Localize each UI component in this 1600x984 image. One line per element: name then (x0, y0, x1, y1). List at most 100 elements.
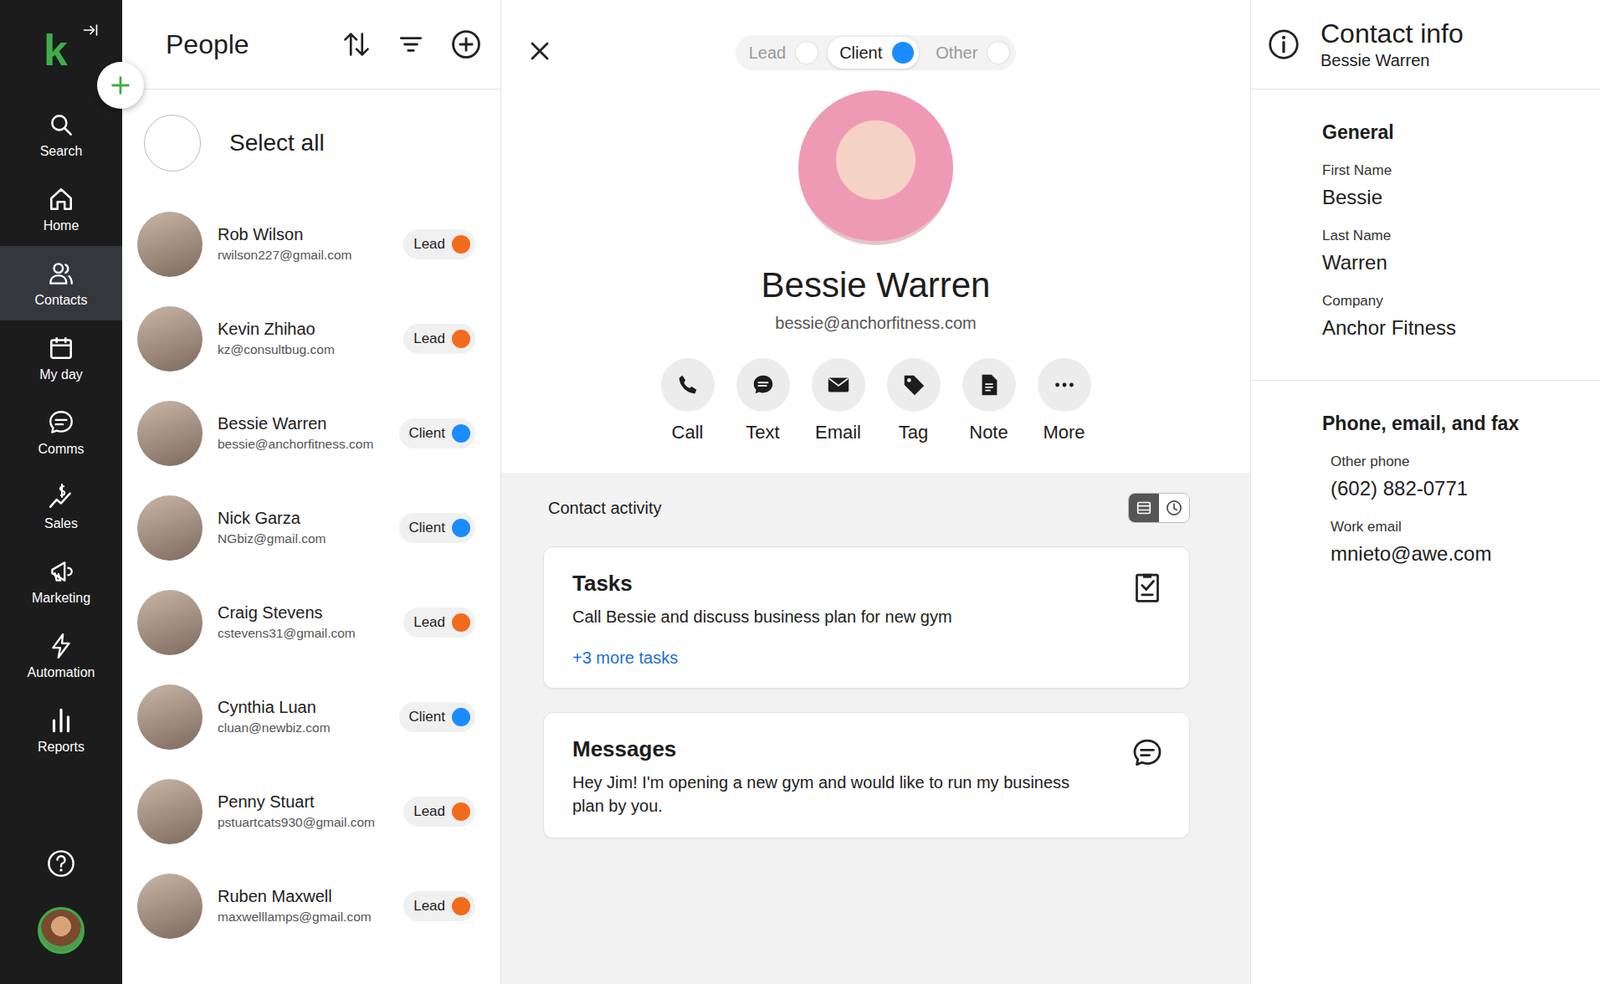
contact-photo (137, 684, 203, 750)
nav-item[interactable]: Automation (0, 618, 123, 693)
select-all-checkbox[interactable] (143, 114, 201, 172)
action-circle (736, 358, 790, 412)
contact-row[interactable]: Rob Wilsonrwilson227@gmail.com Lead (122, 196, 501, 292)
action-button[interactable]: Text (736, 358, 790, 444)
info-field[interactable]: CompanyAnchor Fitness (1322, 292, 1584, 340)
marketing-icon (46, 557, 76, 586)
card-body: Call Bessie and discuss business plan fo… (572, 605, 1075, 629)
sort-icon[interactable] (341, 29, 372, 60)
automation-icon (46, 631, 76, 661)
card-content: MessagesHey Jim! I'm opening a new gym a… (572, 736, 1114, 818)
contact-row[interactable]: Kevin Zhihaokz@consultbug.comLead (122, 291, 501, 386)
activity-card[interactable]: Tasks Call Bessie and discuss business pl… (543, 546, 1190, 689)
filter-icon[interactable] (396, 30, 426, 59)
status-option[interactable]: Client (827, 36, 919, 69)
status-chip[interactable]: Lead (403, 229, 476, 260)
contact-text: Bessie Warren bessie@anchorfitness.com (217, 414, 385, 452)
nav-label: Search (40, 143, 83, 159)
activity-title: Contact activity (548, 498, 662, 518)
info-field[interactable]: Last NameWarren (1322, 227, 1584, 275)
action-circle (887, 358, 941, 412)
quick-add-button[interactable] (97, 61, 144, 109)
info-field[interactable]: Work emailmnieto@awe.com (1322, 518, 1584, 566)
help-icon[interactable] (46, 848, 77, 879)
nav-item[interactable]: Comms (0, 394, 123, 470)
field-label: Other phone (1330, 453, 1584, 471)
status-chip[interactable]: Client (399, 512, 476, 544)
contact-text: Penny Stuartpstuartcats930@gmail.com (217, 792, 389, 831)
contact-name: Ruben Maxwell (217, 887, 389, 907)
contact-row[interactable]: Craig Stevenscstevens31@gmail.comLead (122, 574, 501, 670)
contact-photo (137, 211, 203, 277)
action-button[interactable]: Tag (887, 358, 941, 444)
contact-photo (137, 306, 203, 372)
action-button[interactable]: Note (962, 358, 1016, 444)
status-chip[interactable]: Client (399, 702, 476, 733)
status-label: Lead (413, 330, 446, 348)
status-option[interactable]: Other (923, 36, 1015, 69)
list-icon (1133, 497, 1155, 519)
user-avatar[interactable] (37, 907, 85, 954)
info-field[interactable]: Other phone(602) 882-0771 (1322, 453, 1584, 501)
nav-label: Comms (37, 441, 84, 457)
activity-card[interactable]: MessagesHey Jim! I'm opening a new gym a… (543, 712, 1190, 839)
section-title: Phone, email, and fax (1322, 412, 1584, 436)
status-chip[interactable]: Lead (403, 796, 476, 827)
card-title: Tasks (572, 570, 1114, 597)
select-all-row[interactable]: Select all (122, 89, 501, 197)
status-chip[interactable]: Lead (403, 323, 476, 354)
more-tasks-link[interactable]: +3 more tasks (572, 648, 1114, 668)
status-chip[interactable]: Lead (403, 891, 476, 922)
action-label: Tag (898, 421, 929, 444)
contact-row[interactable]: Bessie Warren bessie@anchorfitness.com Cli… (122, 385, 501, 481)
detail-header: LeadClientOtherBessie Warrenbessie@ancho… (501, 0, 1251, 473)
sales-icon (46, 482, 76, 512)
view-option[interactable] (1128, 493, 1159, 523)
nav-item[interactable]: Sales (0, 469, 123, 544)
collapse-icon (80, 20, 101, 41)
nav-item[interactable]: My day (0, 320, 123, 395)
collapse-button[interactable] (80, 20, 101, 44)
close-button[interactable] (526, 37, 736, 68)
contact-text: Rob Wilsonrwilson227@gmail.com (217, 225, 389, 263)
status-chip[interactable]: Lead (403, 607, 476, 638)
nav-item[interactable]: Marketing (0, 543, 123, 619)
info-section: Phone, email, and fax Other phone(602) 88… (1251, 380, 1600, 606)
action-button[interactable]: More (1037, 358, 1092, 444)
status-option-label: Lead (748, 43, 787, 63)
nav-item[interactable]: Contacts (0, 246, 123, 321)
status-chip[interactable]: Client (399, 418, 476, 449)
nav-label: Reports (37, 739, 85, 755)
contact-email: bessie@anchorfitness.com (217, 436, 385, 452)
nav-item[interactable]: Search (0, 97, 123, 172)
status-dot (451, 707, 471, 727)
plus-icon (107, 72, 134, 98)
contact-email: pstuartcats930@gmail.com (217, 815, 389, 831)
add-contact-icon[interactable] (450, 28, 483, 61)
status-dot (451, 518, 471, 538)
contact-row[interactable]: Penny Stuartpstuartcats930@gmail.com Lead (122, 764, 501, 859)
contact-row[interactable]: Ruben Maxwellmaxwelllamps@gmail.comLead (122, 858, 501, 954)
detail-toolbar: Lead ClientOther (501, 0, 1251, 71)
contact-row[interactable]: Cynthia Luancluan@newbiz.comClient (122, 669, 501, 765)
field-label: First Name (1322, 162, 1584, 180)
contact-row[interactable]: Nick GarzaNGbiz@gmail.comClient (122, 480, 501, 575)
nav-label: Marketing (31, 590, 91, 606)
nav-item[interactable]: Home (0, 171, 123, 247)
action-button[interactable]: Call (661, 358, 715, 444)
status-option-dot (987, 41, 1010, 64)
status-label: Lead (413, 614, 446, 631)
status-option-dot (795, 41, 818, 64)
view-option[interactable] (1158, 493, 1190, 523)
action-button[interactable]: Email (811, 358, 866, 444)
activity-header: Contact activity (543, 492, 1190, 524)
status-label: Client (409, 519, 446, 537)
info-field[interactable]: First NameBessie (1322, 162, 1584, 210)
field-label: Last Name (1322, 227, 1584, 245)
status-option[interactable]: Lead (737, 36, 824, 69)
contact-email: kz@consultbug.com (217, 342, 389, 358)
contact-name: Bessie Warren (217, 414, 385, 434)
contact-email: cstevens31@gmail.com (217, 625, 389, 642)
nav-item[interactable]: Reports (0, 692, 123, 768)
contact-detail: LeadClientOtherBessie Warrenbessie@ancho… (501, 0, 1251, 984)
